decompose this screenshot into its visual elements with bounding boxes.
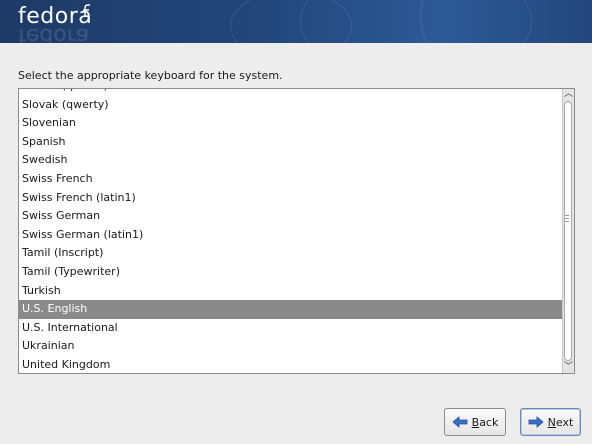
keyboard-list-item[interactable]: Slovak (qwerty) (19, 96, 563, 115)
chevron-down-icon[interactable]: ﹀ (563, 362, 574, 373)
keyboard-list-item[interactable]: Swiss German (19, 207, 563, 226)
list-scrollbar[interactable]: ︿ ﹀ (562, 89, 574, 373)
keyboard-list-item[interactable]: Tamil (Typewriter) (19, 263, 563, 282)
keyboard-list-item[interactable]: Swiss French (19, 170, 563, 189)
keyboard-list-item[interactable]: Spanish (19, 133, 563, 152)
chevron-up-icon[interactable]: ︿ (563, 89, 574, 100)
keyboard-prompt: Select the appropriate keyboard for the … (18, 69, 283, 82)
keyboard-list-item[interactable]: Swiss German (latin1) (19, 226, 563, 245)
banner-decoration (420, 0, 592, 43)
back-button[interactable]: Back (444, 408, 506, 436)
back-button-label: Back (471, 415, 499, 429)
keyboard-list-item[interactable]: Ukrainian (19, 337, 563, 356)
keyboard-list-item[interactable]: Slovenian (19, 114, 563, 133)
keyboard-list-item[interactable]: Tamil (Inscript) (19, 244, 563, 263)
keyboard-list-item[interactable]: Swiss French (latin1) (19, 189, 563, 208)
fedora-logo-reflection: fedora (18, 27, 90, 43)
scrollbar-thumb[interactable] (564, 101, 572, 361)
banner-decoration (230, 0, 352, 43)
keyboard-list[interactable]: Slovak (qwertz)Slovak (qwerty)SlovenianS… (18, 88, 575, 374)
scrollbar-grip (565, 215, 569, 224)
right-arrow-icon (528, 416, 544, 428)
keyboard-list-item[interactable]: Slovak (qwertz) (19, 89, 563, 96)
next-button-label: Next (547, 415, 574, 429)
keyboard-list-item[interactable]: U.S. English (19, 300, 563, 319)
keyboard-list-item[interactable]: U.S. International (19, 319, 563, 338)
next-button[interactable]: Next (520, 408, 581, 436)
keyboard-list-rows: Slovak (qwertz)Slovak (qwerty)SlovenianS… (19, 89, 563, 373)
keyboard-list-item[interactable]: United Kingdom (19, 356, 563, 373)
header-banner: fedora fedora (0, 0, 592, 43)
keyboard-list-item[interactable]: Swedish (19, 151, 563, 170)
keyboard-list-item[interactable]: Turkish (19, 282, 563, 301)
fedora-infinity-icon (83, 4, 90, 16)
left-arrow-icon (452, 416, 468, 428)
